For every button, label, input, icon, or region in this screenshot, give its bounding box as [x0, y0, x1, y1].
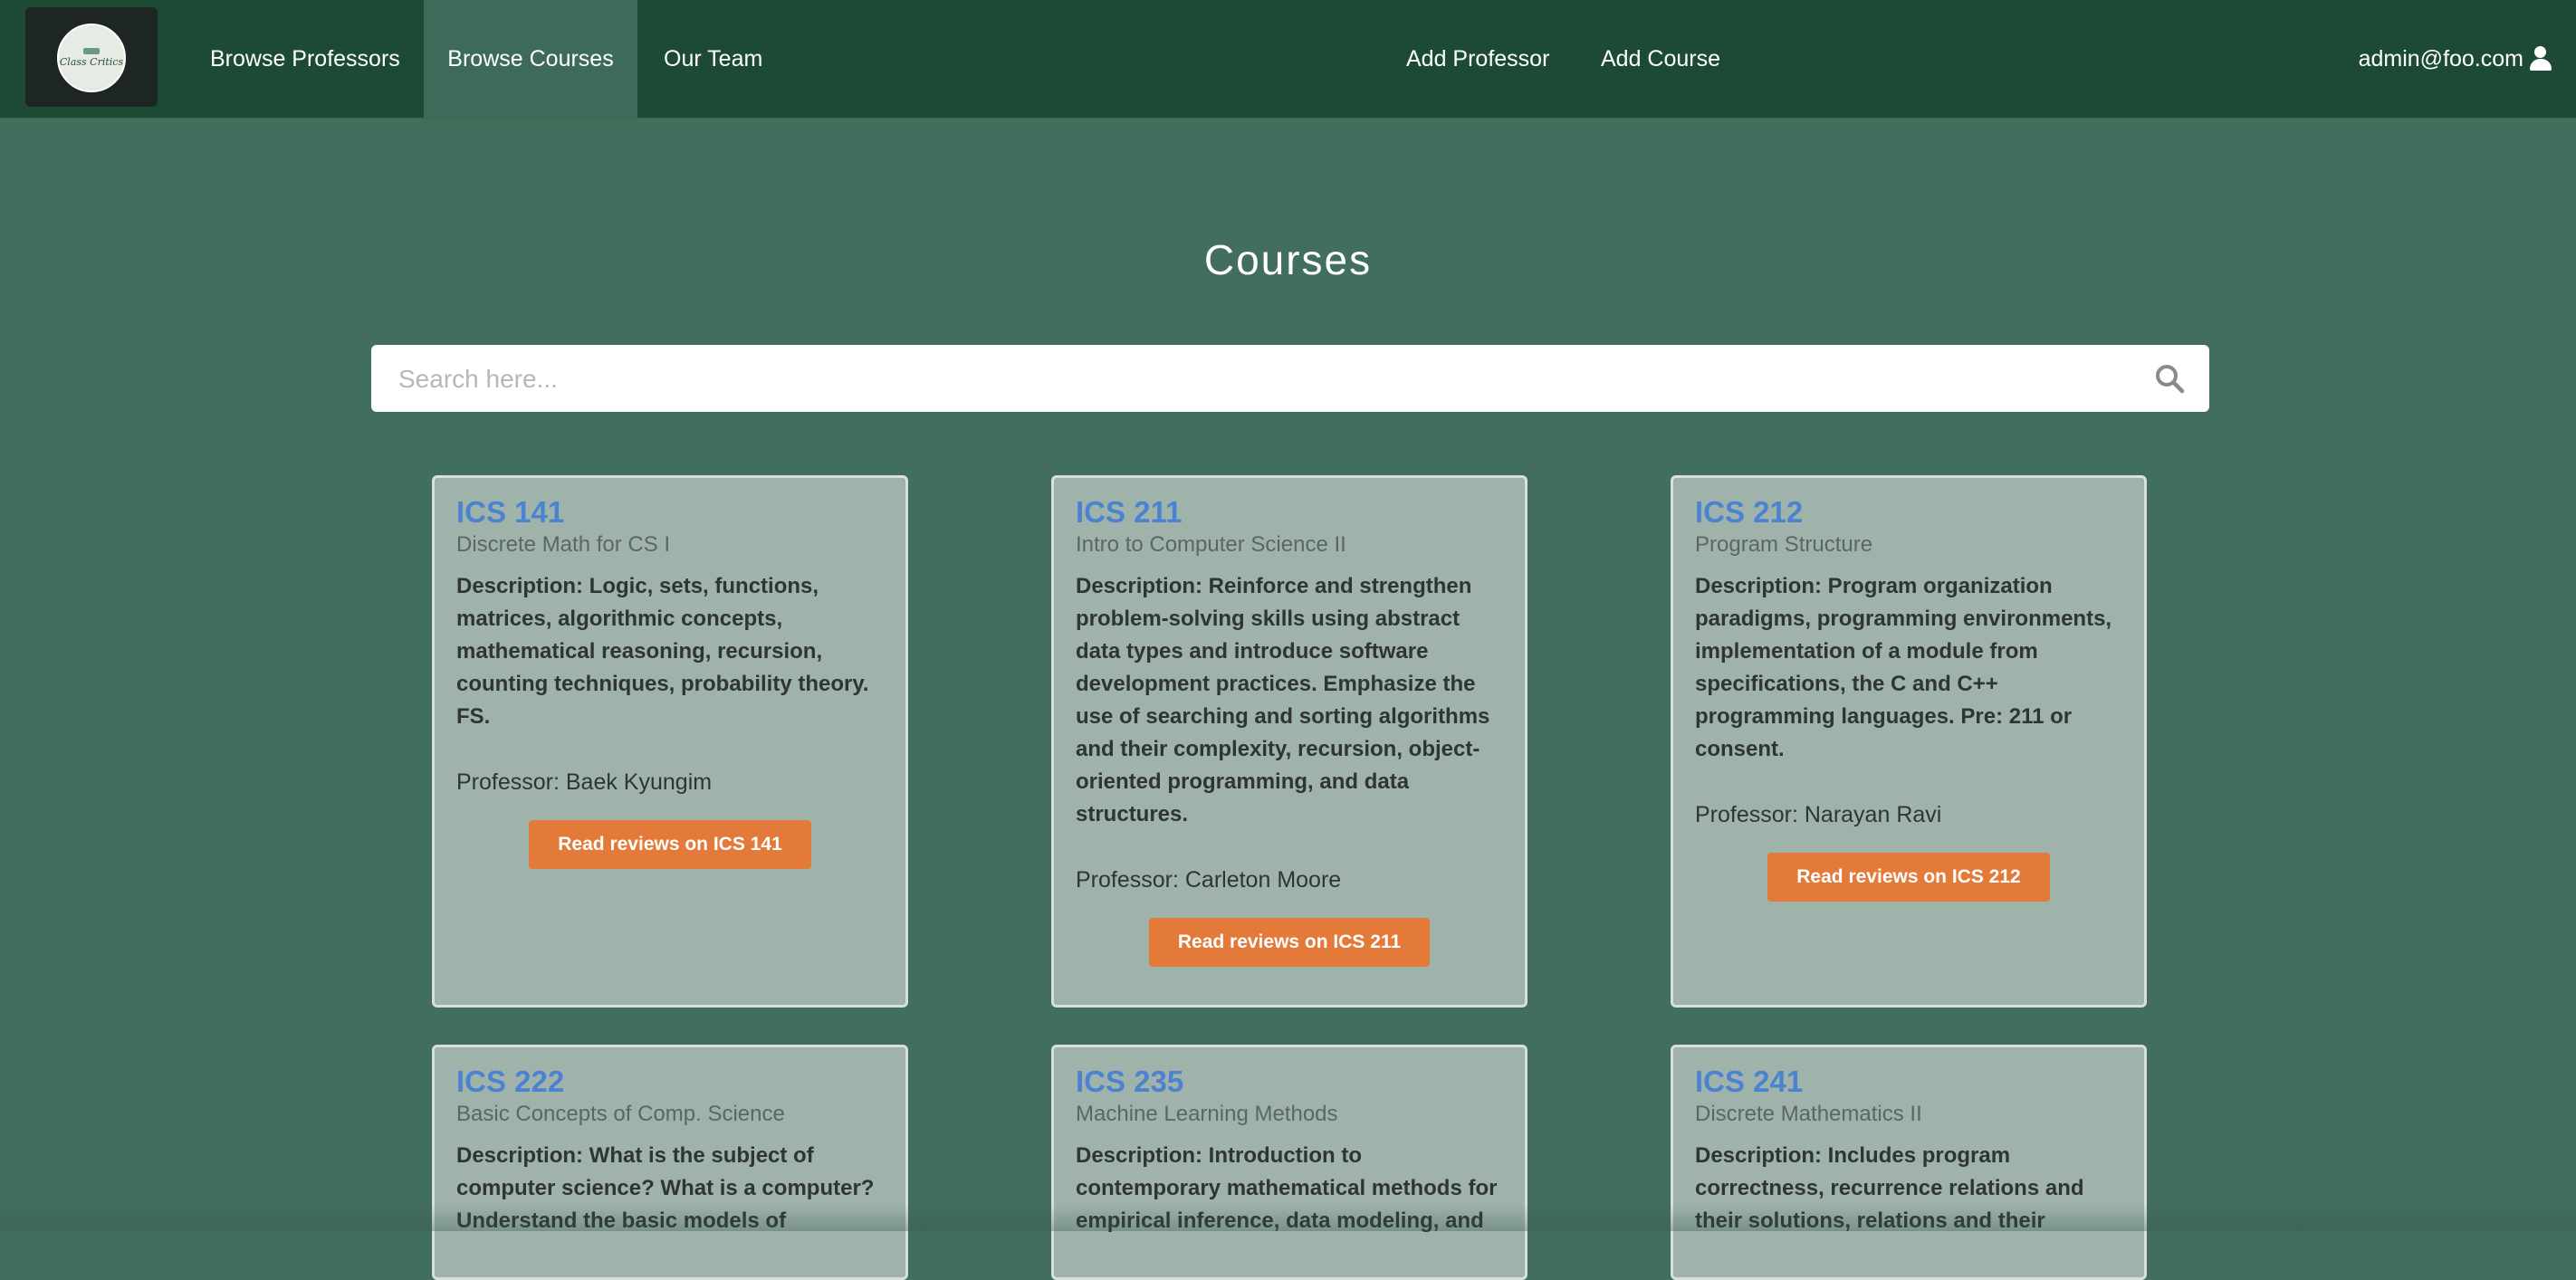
course-code-link[interactable]: ICS 241 [1695, 1064, 2122, 1100]
course-code-link[interactable]: ICS 211 [1076, 494, 1503, 530]
course-name: Machine Learning Methods [1076, 1102, 1338, 1126]
logo-badge-icon: Class Critics [57, 24, 126, 92]
top-navbar: Class Critics Browse Professors Browse C… [0, 0, 2576, 119]
course-professor: Professor: Baek Kyungim [456, 769, 713, 795]
course-name: Discrete Mathematics II [1695, 1102, 1922, 1126]
course-card: ICS 211 Intro to Computer Science II Des… [1051, 475, 1527, 1008]
course-card: ICS 222 Basic Concepts of Comp. Science … [432, 1045, 908, 1280]
course-code-link[interactable]: ICS 141 [456, 494, 884, 530]
nav-browse-professors[interactable]: Browse Professors [210, 0, 400, 118]
search-bar [371, 345, 2209, 414]
course-code-link[interactable]: ICS 222 [456, 1064, 884, 1100]
course-card: ICS 212 Program Structure Description: P… [1671, 475, 2147, 1008]
page-title: Courses [1203, 236, 1373, 283]
bottom-fade [0, 1204, 2576, 1231]
user-email: admin@foo.com [2358, 45, 2523, 72]
read-reviews-button[interactable]: Read reviews on ICS 141 [529, 820, 811, 869]
search-input[interactable] [397, 345, 2121, 414]
course-code-link[interactable]: ICS 212 [1695, 494, 2122, 530]
logo-text: Class Critics [59, 55, 124, 68]
course-professor: Professor: Carleton Moore [1076, 867, 1342, 893]
course-description: Description: Program organization paradi… [1695, 574, 2112, 761]
course-description: Description: Logic, sets, functions, mat… [456, 574, 869, 729]
nav-add-course[interactable]: Add Course [1601, 0, 1720, 118]
course-card: ICS 235 Machine Learning Methods Descrip… [1051, 1045, 1527, 1280]
course-code-link[interactable]: ICS 235 [1076, 1064, 1503, 1100]
course-name: Discrete Math for CS I [456, 532, 671, 557]
course-card: ICS 241 Discrete Mathematics II Descript… [1671, 1045, 2147, 1280]
course-card: ICS 141 Discrete Math for CS I Descripti… [432, 475, 908, 1008]
nav-add-professor[interactable]: Add Professor [1406, 0, 1549, 118]
read-reviews-button[interactable]: Read reviews on ICS 212 [1767, 853, 2050, 902]
logo[interactable]: Class Critics [25, 7, 158, 107]
search-icon[interactable] [2153, 362, 2186, 395]
nav-browse-courses[interactable]: Browse Courses [424, 0, 637, 118]
course-name: Basic Concepts of Comp. Science [456, 1102, 785, 1126]
course-description: Description: Reinforce and strengthen pr… [1076, 574, 1490, 826]
read-reviews-button[interactable]: Read reviews on ICS 211 [1148, 918, 1431, 967]
course-name: Intro to Computer Science II [1076, 532, 1346, 557]
course-professor: Professor: Narayan Ravi [1695, 802, 1942, 827]
course-name: Program Structure [1695, 532, 1873, 557]
nav-our-team[interactable]: Our Team [664, 0, 762, 118]
user-icon [2529, 46, 2552, 72]
user-menu[interactable]: admin@foo.com [2359, 0, 2552, 118]
